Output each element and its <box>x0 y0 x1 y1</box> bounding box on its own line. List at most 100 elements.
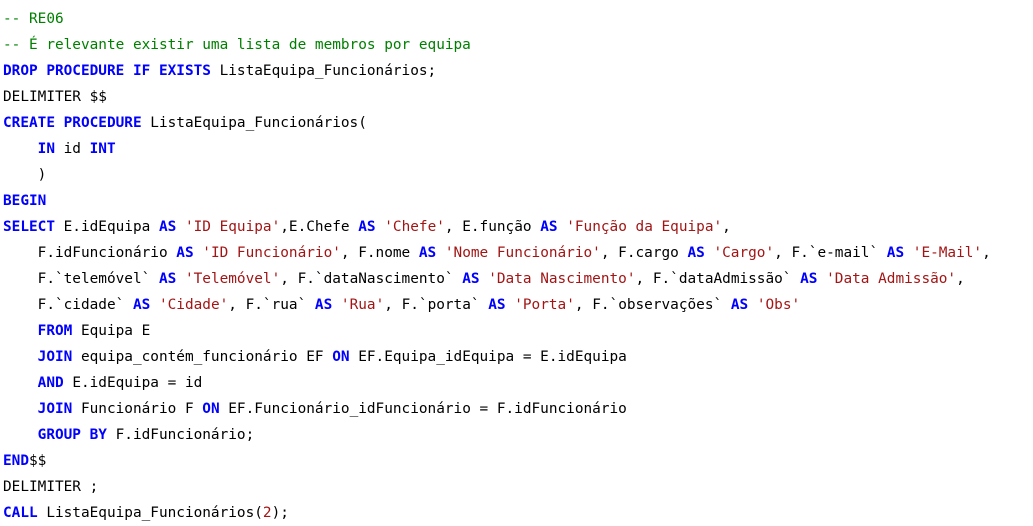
code-line: SELECT E.idEquipa AS 'ID Equipa',E.Chefe… <box>3 214 991 240</box>
code-line: CREATE PROCEDURE ListaEquipa_Funcionário… <box>3 110 991 136</box>
code-line: CALL ListaEquipa_Funcionários(2); <box>3 500 991 526</box>
code-line: DELIMITER ; <box>3 474 991 500</box>
sql-text: E.idEquipa = id <box>63 375 203 391</box>
sql-string: 'Obs' <box>756 297 801 313</box>
code-line: DROP PROCEDURE IF EXISTS ListaEquipa_Fun… <box>3 58 991 84</box>
sql-text: DELIMITER $$ <box>3 89 107 105</box>
sql-keyword: AND <box>37 375 64 391</box>
sql-keyword: IN <box>37 141 55 157</box>
sql-keyword: CREATE PROCEDURE <box>3 115 142 131</box>
sql-text: , <box>722 219 731 235</box>
sql-text: ListaEquipa_Funcionários; <box>210 63 437 79</box>
sql-text: Equipa E <box>72 323 151 339</box>
sql-string: 'Telemóvel' <box>184 271 281 287</box>
sql-text: , <box>956 271 965 287</box>
code-line: AND E.idEquipa = id <box>3 370 991 396</box>
sql-string: 'Data Admissão' <box>826 271 957 287</box>
sql-string: 'ID Equipa' <box>184 219 281 235</box>
sql-keyword: AS <box>358 219 376 235</box>
sql-text: equipa_contém_funcionário EF <box>72 349 333 365</box>
sql-keyword: AS <box>730 297 749 313</box>
sql-keyword: JOIN <box>37 401 73 417</box>
sql-keyword: CALL <box>3 505 38 521</box>
sql-keyword: AS <box>886 245 905 261</box>
code-line: IN id INT <box>3 136 991 162</box>
code-line: BEGIN <box>3 188 991 214</box>
sql-keyword: AS <box>158 271 177 287</box>
sql-text: , E.função <box>444 219 541 235</box>
sql-text: EF.Funcionário_idFuncionário = F.idFunci… <box>219 401 627 417</box>
sql-string: 'Função da Equipa' <box>566 219 723 235</box>
sql-text: ); <box>271 505 289 521</box>
sql-text: , F.`observações` <box>574 297 731 313</box>
code-line: END$$ <box>3 448 991 474</box>
sql-keyword: AS <box>314 297 333 313</box>
sql-text: ListaEquipa_Funcionários( <box>141 115 367 131</box>
code-editor[interactable]: -- RE06 -- É relevante existir uma lista … <box>3 6 991 526</box>
sql-keyword: GROUP BY <box>37 427 107 443</box>
sql-text: , F.`e-mail` <box>774 245 887 261</box>
sql-string: 'ID Funcionário' <box>202 245 341 261</box>
code-line: ) <box>3 162 991 188</box>
code-line: -- RE06 <box>3 6 991 32</box>
sql-text: F.`cidade` <box>3 297 133 313</box>
sql-text: , F.`dataNascimento` <box>280 271 463 287</box>
sql-keyword: INT <box>89 141 116 157</box>
code-line: -- É relevante existir uma lista de memb… <box>3 32 991 58</box>
sql-text: , F.`rua` <box>228 297 315 313</box>
sql-text: F.idFuncionário; <box>106 427 255 443</box>
sql-string: 'Data Nascimento' <box>488 271 636 287</box>
code-line: JOIN equipa_contém_funcionário EF ON EF.… <box>3 344 991 370</box>
sql-text: E.idEquipa <box>54 219 159 235</box>
sql-string: 'E-Mail' <box>912 245 983 261</box>
code-line: FROM Equipa E <box>3 318 991 344</box>
sql-keyword: SELECT <box>3 219 55 235</box>
sql-keyword: DROP PROCEDURE IF EXISTS <box>3 63 211 79</box>
sql-keyword: ON <box>202 401 220 417</box>
sql-string: 'Rua' <box>340 297 385 313</box>
sql-text: F.idFuncionário <box>3 245 177 261</box>
sql-string: 'Cidade' <box>158 297 229 313</box>
sql-text: EF.Equipa_idEquipa = E.idEquipa <box>349 349 627 365</box>
code-line: F.`telemóvel` AS 'Telemóvel', F.`dataNas… <box>3 266 991 292</box>
sql-text: , F.nome <box>340 245 419 261</box>
code-line: JOIN Funcionário F ON EF.Funcionário_idF… <box>3 396 991 422</box>
code-line: F.`cidade` AS 'Cidade', F.`rua` AS 'Rua'… <box>3 292 991 318</box>
code-line: DELIMITER $$ <box>3 84 991 110</box>
sql-text: , F.cargo <box>600 245 688 261</box>
sql-text: F.`telemóvel` <box>3 271 159 287</box>
code-line: F.idFuncionário AS 'ID Funcionário', F.n… <box>3 240 991 266</box>
sql-keyword: AS <box>418 245 437 261</box>
sql-string: 'Porta' <box>514 297 575 313</box>
sql-keyword: JOIN <box>37 349 73 365</box>
sql-text: id <box>54 141 90 157</box>
sql-text: , F.`porta` <box>384 297 489 313</box>
sql-keyword: END <box>3 453 29 469</box>
sql-number: 2 <box>262 505 272 521</box>
sql-keyword: FROM <box>37 323 73 339</box>
sql-keyword: BEGIN <box>3 193 47 209</box>
sql-text: DELIMITER ; <box>3 479 99 495</box>
sql-text: , <box>982 245 991 261</box>
sql-string: 'Nome Funcionário' <box>444 245 601 261</box>
sql-keyword: AS <box>540 219 558 235</box>
sql-keyword: AS <box>687 245 705 261</box>
